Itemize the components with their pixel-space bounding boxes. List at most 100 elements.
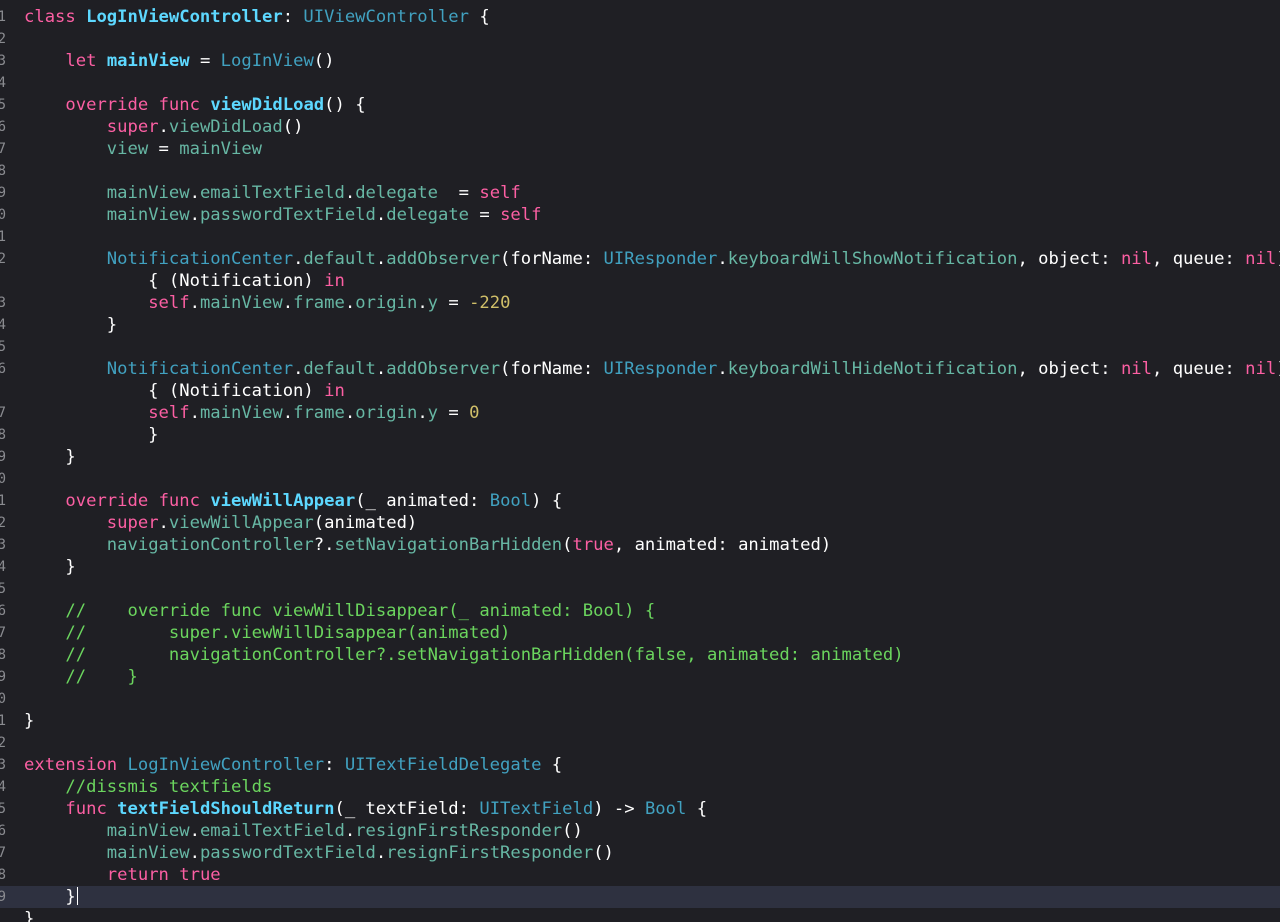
line-number: 4	[0, 75, 6, 91]
code-type: UIViewController	[303, 7, 469, 27]
code-line[interactable]: }	[0, 908, 1280, 922]
code-line[interactable]: 4	[0, 72, 1280, 94]
line-text: mainView.passwordTextField.delegate = se…	[24, 204, 542, 226]
code-text: .	[375, 205, 387, 225]
code-line[interactable]: 3 navigationController?.setNavigationBar…	[0, 534, 1280, 556]
code-line[interactable]: 9 mainView.emailTextField.delegate = sel…	[0, 182, 1280, 204]
code-line[interactable]: 2 NotificationCenter.default.addObserver…	[0, 248, 1280, 270]
code-text: (forName:	[500, 359, 604, 379]
code-text: }	[24, 315, 118, 335]
line-text: self.mainView.frame.origin.y = 0	[24, 402, 479, 424]
code-line[interactable]: 5	[0, 336, 1280, 358]
line-number: 8	[0, 163, 6, 179]
code-line[interactable]: 2 super.viewWillAppear(animated)	[0, 512, 1280, 534]
code-text: }	[24, 711, 35, 731]
code-line[interactable]: 1 override func viewWillAppear(_ animate…	[0, 490, 1280, 512]
code-keyword: return	[106, 865, 169, 885]
code-text: .	[293, 359, 304, 379]
code-text: , queue:	[1152, 359, 1246, 379]
code-line[interactable]: 8 return true	[0, 864, 1280, 886]
code-line[interactable]: 6 super.viewDidLoad()	[0, 116, 1280, 138]
code-text: .	[189, 821, 200, 841]
code-line[interactable]: { (Notification) in	[0, 270, 1280, 292]
code-line[interactable]: 6 mainView.emailTextField.resignFirstRes…	[0, 820, 1280, 842]
code-line[interactable]: 7 self.mainView.frame.origin.y = 0	[0, 402, 1280, 424]
code-line[interactable]: { (Notification) in	[0, 380, 1280, 402]
line-number: 5	[0, 339, 6, 355]
code-type: UITextFieldDelegate	[344, 755, 542, 775]
code-line[interactable]: 1	[0, 226, 1280, 248]
code-keyword: true	[179, 865, 221, 885]
code-type: UIResponder	[603, 249, 718, 269]
code-keyword: nil	[1245, 359, 1277, 379]
code-text: =	[148, 139, 180, 159]
code-line[interactable]: 0 mainView.passwordTextField.delegate = …	[0, 204, 1280, 226]
code-text: .	[344, 293, 356, 313]
line-number: 0	[0, 471, 6, 487]
line-number: 1	[0, 9, 6, 25]
line-number: 9	[0, 889, 6, 905]
code-line[interactable]: 1}	[0, 710, 1280, 732]
line-text: }	[24, 908, 34, 922]
code-line[interactable]: 9 // }	[0, 666, 1280, 688]
line-number: 7	[0, 141, 6, 157]
code-line[interactable]: 6 NotificationCenter.default.addObserver…	[0, 358, 1280, 380]
code-lines[interactable]: 1 class LogInViewController: UIViewContro…	[0, 6, 1280, 922]
code-line[interactable]: 7 mainView.passwordTextField.resignFirst…	[0, 842, 1280, 864]
code-line[interactable]: 5 func textFieldShouldReturn(_ textField…	[0, 798, 1280, 820]
line-text: }	[24, 556, 75, 578]
code-line[interactable]: 4 }	[0, 556, 1280, 578]
code-line[interactable]: 1 class LogInViewController: UIViewContro…	[0, 6, 1280, 28]
code-line[interactable]: 6 // override func viewWillDisappear(_ a…	[0, 600, 1280, 622]
code-line[interactable]: 3 self.mainView.frame.origin.y = -220	[0, 292, 1280, 314]
code-line[interactable]: 4 }	[0, 314, 1280, 336]
code-line[interactable]: 2	[0, 28, 1280, 50]
code-line[interactable]: 2	[0, 732, 1280, 754]
code-line[interactable]: 3 extension LogInViewController: UITextFi…	[0, 754, 1280, 776]
code-member: mainView	[179, 139, 263, 159]
code-line[interactable]: 9 }	[0, 446, 1280, 468]
code-line[interactable]: 0	[0, 688, 1280, 710]
code-text: (_ textField:	[334, 799, 480, 819]
code-keyword: nil	[1120, 249, 1152, 269]
line-number: 4	[0, 779, 6, 795]
code-keyword: super	[106, 117, 159, 137]
code-line[interactable]: 5	[0, 578, 1280, 600]
line-text: func textFieldShouldReturn(_ textField: …	[24, 798, 707, 820]
code-text: }	[24, 447, 76, 467]
code-line[interactable]: 0	[0, 468, 1280, 490]
code-member: delegate	[355, 183, 438, 203]
code-keyword: in	[324, 381, 345, 401]
code-line[interactable]: 7 view = mainView	[0, 138, 1280, 160]
code-member: passwordTextField	[199, 205, 376, 225]
code-line[interactable]: 4 //dissmis textfields	[0, 776, 1280, 798]
code-line[interactable]: 8	[0, 160, 1280, 182]
code-text: .	[293, 249, 304, 269]
code-keyword: func	[65, 799, 107, 819]
code-comment: // navigationController?.setNavigationBa…	[65, 645, 904, 665]
code-text: {	[541, 755, 563, 775]
code-member: resignFirstResponder	[386, 843, 594, 863]
line-number: 4	[0, 317, 6, 333]
code-line-current[interactable]: 9 }	[0, 886, 1280, 908]
code-text: .	[282, 403, 294, 423]
code-type: Bool	[489, 491, 532, 511]
code-line[interactable]: 3 let mainView = LogInView()	[0, 50, 1280, 72]
code-line[interactable]: 8 // navigationController?.setNavigation…	[0, 644, 1280, 666]
code-text: (animated)	[313, 513, 418, 533]
code-line[interactable]: 7 // super.viewWillDisappear(animated)	[0, 622, 1280, 644]
code-line[interactable]: 5 override func viewDidLoad() {	[0, 94, 1280, 116]
line-number: 5	[0, 97, 6, 113]
code-editor[interactable]: 1 class LogInViewController: UIViewContro…	[0, 0, 1280, 922]
code-line[interactable]: 8 }	[0, 424, 1280, 446]
code-declaration: viewDidLoad	[210, 95, 325, 115]
code-member: setNavigationBarHidden	[334, 535, 563, 555]
line-text: { (Notification) in	[24, 380, 345, 402]
